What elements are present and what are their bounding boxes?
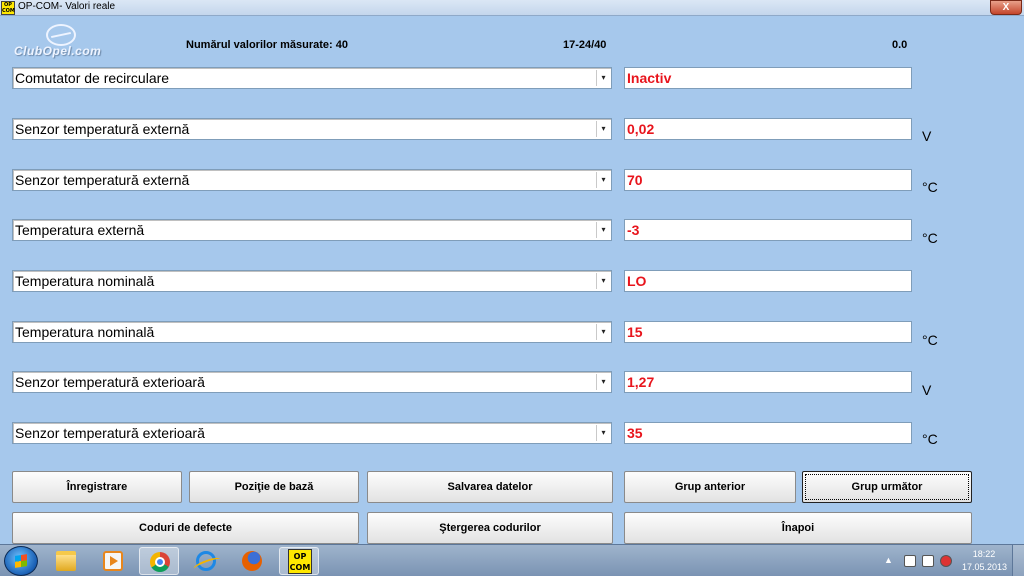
parameter-value-1: Inactiv	[624, 67, 912, 89]
app-icon: OP COM	[1, 1, 15, 15]
show-hidden-icons-icon[interactable]: ▲	[884, 549, 894, 571]
taskbar-explorer[interactable]	[46, 547, 86, 575]
parameter-select-3[interactable]: Senzor temperatură externă ▾	[12, 169, 612, 191]
parameter-value-6: 15	[624, 321, 912, 343]
taskbar-firefox[interactable]	[232, 547, 272, 575]
chevron-down-icon[interactable]: ▾	[596, 324, 610, 340]
parameter-unit-7: V	[922, 382, 932, 398]
parameter-select-8[interactable]: Senzor temperatură exterioară ▾	[12, 422, 612, 444]
parameter-value-3: 70	[624, 169, 912, 191]
parameter-select-6[interactable]: Temperatura nominală ▾	[12, 321, 612, 343]
parameter-select-1[interactable]: Comutator de recirculare ▾	[12, 67, 612, 89]
taskbar-opcom[interactable]: OP COM	[279, 547, 319, 575]
parameter-label: Senzor temperatură externă	[15, 121, 190, 137]
parameter-label: Senzor temperatură exterioară	[15, 425, 205, 441]
save-data-button[interactable]: Salvarea datelor	[367, 471, 613, 503]
parameter-unit-4: °C	[922, 230, 938, 246]
window-title: OP-COM- Valori reale	[18, 1, 116, 12]
fault-codes-button[interactable]: Coduri de defecte	[12, 512, 359, 544]
system-clock[interactable]: 18:22 17.05.2013	[962, 548, 1008, 574]
chevron-down-icon[interactable]: ▾	[596, 374, 610, 390]
parameter-value-4: -3	[624, 219, 912, 241]
parameter-value-5: LO	[624, 270, 912, 292]
chrome-icon	[150, 552, 170, 572]
parameter-select-2[interactable]: Senzor temperatură externă ▾	[12, 118, 612, 140]
parameter-select-7[interactable]: Senzor temperatură exterioară ▾	[12, 371, 612, 393]
media-player-icon	[103, 551, 123, 571]
ie-icon	[196, 551, 216, 571]
opcom-icon-text-op: OP	[293, 552, 307, 561]
parameter-unit-6: °C	[922, 332, 938, 348]
close-button[interactable]: X	[990, 0, 1022, 15]
parameter-unit-8: °C	[922, 431, 938, 447]
chevron-down-icon[interactable]: ▾	[596, 273, 610, 289]
app-icon-text-com: COM	[2, 8, 15, 14]
parameter-label: Comutator de recirculare	[15, 70, 170, 86]
parameter-value-2: 0,02	[624, 118, 912, 140]
opcom-icon-text-com: COM	[289, 563, 311, 572]
clubopel-logo: ClubOpel.com	[14, 44, 102, 58]
header-value: 0.0	[892, 39, 908, 51]
parameter-value-8: 35	[624, 422, 912, 444]
chevron-down-icon[interactable]: ▾	[596, 172, 610, 188]
previous-group-button[interactable]: Grup anterior	[624, 471, 796, 503]
parameter-label: Temperatura nominală	[15, 324, 155, 340]
parameter-select-4[interactable]: Temperatura externă ▾	[12, 219, 612, 241]
opel-logo-icon	[46, 24, 76, 46]
network-icon[interactable]	[922, 555, 934, 567]
show-desktop-button[interactable]	[1012, 545, 1024, 576]
action-center-icon[interactable]	[904, 555, 916, 567]
taskbar-chrome[interactable]	[139, 547, 179, 575]
parameter-label: Temperatura externă	[15, 222, 145, 238]
back-button[interactable]: Înapoi	[624, 512, 972, 544]
windows-start-icon[interactable]	[4, 546, 38, 576]
title-bar: OP COM OP-COM- Valori reale X	[0, 0, 1024, 16]
parameter-unit-2: V	[922, 128, 932, 144]
taskbar-media-player[interactable]	[93, 547, 133, 575]
chevron-down-icon[interactable]: ▾	[596, 425, 610, 441]
chevron-down-icon[interactable]: ▾	[596, 70, 610, 86]
record-button[interactable]: Înregistrare	[12, 471, 182, 503]
firefox-icon	[242, 551, 262, 571]
measured-values-count: Numărul valorilor măsurate: 40	[186, 39, 349, 51]
taskbar: OP COM ▲ 18:22 17.05.2013	[0, 544, 1024, 576]
opcom-icon: OP COM	[288, 549, 312, 574]
parameter-label: Senzor temperatură externă	[15, 172, 190, 188]
parameter-select-5[interactable]: Temperatura nominală ▾	[12, 270, 612, 292]
parameter-value-7: 1,27	[624, 371, 912, 393]
volume-muted-icon[interactable]	[940, 555, 952, 567]
group-range: 17-24/40	[563, 39, 607, 51]
taskbar-internet-explorer[interactable]	[186, 547, 226, 575]
next-group-button[interactable]: Grup următor	[802, 471, 972, 503]
clock-date: 17.05.2013	[962, 562, 1008, 572]
clock-time: 18:22	[972, 549, 996, 559]
chevron-down-icon[interactable]: ▾	[596, 222, 610, 238]
folder-icon	[56, 551, 76, 571]
close-icon: X	[1002, 2, 1010, 13]
base-position-button[interactable]: Poziţie de bază	[189, 471, 359, 503]
chevron-down-icon[interactable]: ▾	[596, 121, 610, 137]
clear-codes-button[interactable]: Ştergerea codurilor	[367, 512, 613, 544]
parameter-label: Senzor temperatură exterioară	[15, 374, 205, 390]
parameter-unit-3: °C	[922, 179, 938, 195]
parameter-label: Temperatura nominală	[15, 273, 155, 289]
